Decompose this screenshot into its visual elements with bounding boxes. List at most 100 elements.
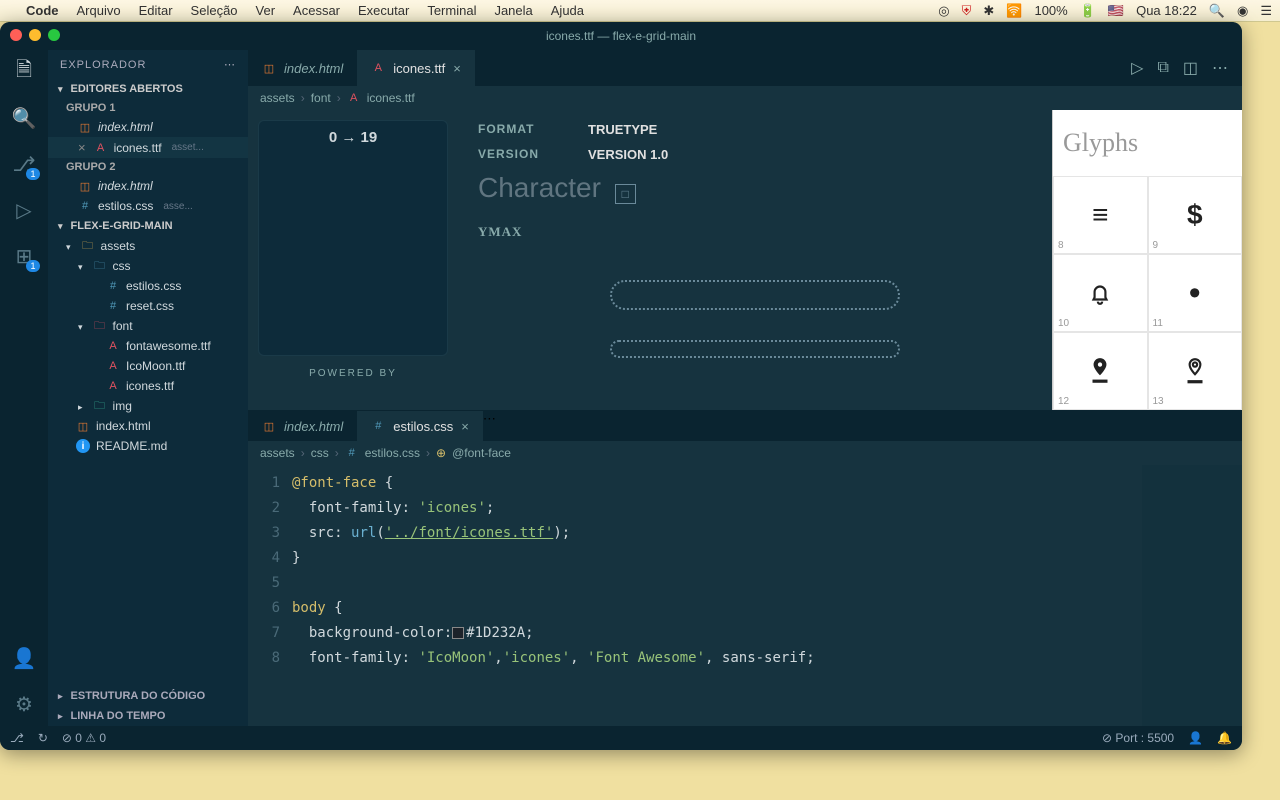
- explorer-more-icon[interactable]: ⋯: [224, 58, 236, 71]
- extensions-icon[interactable]: ⊞1: [12, 244, 36, 268]
- file-reset-css[interactable]: #reset.css: [48, 296, 248, 316]
- color-chip[interactable]: [452, 627, 464, 639]
- line-numbers: 12345678: [248, 465, 292, 726]
- mcafee-icon[interactable]: ⛨: [962, 3, 972, 19]
- crumb[interactable]: @font-face: [452, 446, 511, 460]
- siri-icon[interactable]: ◉: [1237, 3, 1248, 19]
- bluetooth-icon[interactable]: ✱: [983, 3, 994, 19]
- info-icon: i: [76, 439, 90, 453]
- breadcrumb-top[interactable]: assets› font› A icones.ttf: [248, 86, 1242, 110]
- status-problems[interactable]: ⊘ 0 ⚠ 0: [62, 731, 106, 745]
- glyph-cell-12[interactable]: 12: [1053, 332, 1148, 410]
- folder-icon: 🗀: [93, 399, 107, 413]
- code-content[interactable]: @font-face { font-family: 'icones'; src:…: [292, 465, 1242, 726]
- folder-img[interactable]: 🗀img: [48, 396, 248, 416]
- crumb[interactable]: assets: [260, 446, 295, 460]
- more-icon[interactable]: ⋯: [483, 411, 496, 426]
- menu-executar[interactable]: Executar: [358, 3, 409, 18]
- traffic-lights[interactable]: [10, 29, 60, 41]
- outline-header[interactable]: ESTRUTURA DO CÓDIGO: [48, 686, 248, 706]
- html-icon: ◫: [78, 179, 92, 193]
- run-debug-icon[interactable]: ▷: [12, 198, 36, 222]
- file-estilos-css[interactable]: #estilos.css: [48, 276, 248, 296]
- open-editor-estilos-css[interactable]: #estilos.cssasse...: [48, 196, 248, 216]
- wifi-icon[interactable]: 🛜: [1006, 3, 1022, 19]
- glyph-cell-8[interactable]: ≡8: [1053, 176, 1148, 254]
- character-label: Character: [478, 172, 601, 203]
- status-feedback-icon[interactable]: 👤: [1188, 731, 1203, 745]
- close-icon[interactable]: ×: [461, 419, 469, 434]
- run-icon[interactable]: ▷: [1131, 58, 1143, 78]
- file-readme[interactable]: iREADME.md: [48, 436, 248, 456]
- crumb[interactable]: icones.ttf: [367, 91, 415, 105]
- menu-janela[interactable]: Janela: [494, 3, 532, 18]
- app-name[interactable]: Code: [26, 3, 59, 18]
- split-icon[interactable]: ◫: [1183, 58, 1198, 78]
- settings-icon[interactable]: ⚙: [12, 692, 36, 716]
- tab-icones-ttf[interactable]: Aicones.ttf×: [357, 50, 475, 86]
- glyph-cell-10[interactable]: 10: [1053, 254, 1148, 332]
- file-label: IcoMoon.ttf: [126, 359, 185, 373]
- timeline-header[interactable]: LINHA DO TEMPO: [48, 706, 248, 726]
- more-icon[interactable]: ⋯: [1212, 58, 1228, 78]
- pin-fill-icon: [1087, 356, 1113, 386]
- open-editors-header[interactable]: EDITORES ABERTOS: [48, 79, 248, 99]
- menu-ver[interactable]: Ver: [256, 3, 276, 18]
- file-icomoon[interactable]: AIcoMoon.ttf: [48, 356, 248, 376]
- glyph-navigator[interactable]: 0 → 19: [258, 120, 448, 356]
- tab-index-html[interactable]: ◫index.html: [248, 50, 357, 86]
- search-icon[interactable]: 🔍: [12, 106, 36, 130]
- version-value: VERSION 1.0: [588, 147, 668, 162]
- close-icon[interactable]: ×: [453, 61, 461, 76]
- clock[interactable]: Qua 18:22: [1136, 3, 1197, 18]
- ext-badge: 1: [26, 260, 40, 272]
- menu-arquivo[interactable]: Arquivo: [77, 3, 121, 18]
- tab-estilos-css[interactable]: #estilos.css×: [357, 411, 483, 441]
- adobe-icon[interactable]: ◎: [938, 3, 949, 19]
- html-icon: ◫: [262, 419, 276, 433]
- battery-icon[interactable]: 🔋: [1080, 3, 1096, 19]
- open-editor-index-html-g1[interactable]: ◫index.html: [48, 117, 248, 137]
- code-editor[interactable]: 12345678 @font-face { font-family: 'icon…: [248, 465, 1242, 726]
- crumb[interactable]: assets: [260, 91, 295, 105]
- diff-icon[interactable]: ⧉: [1157, 59, 1168, 77]
- file-index-html[interactable]: ◫index.html: [48, 416, 248, 436]
- status-branch[interactable]: ⎇: [10, 731, 24, 745]
- open-editor-index-html-g2[interactable]: ◫index.html: [48, 176, 248, 196]
- editor-main: ◫index.html Aicones.ttf× ▷ ⧉ ◫ ⋯ assets›…: [248, 50, 1242, 726]
- status-sync[interactable]: ↻: [38, 731, 48, 745]
- crumb[interactable]: estilos.css: [365, 446, 420, 460]
- explorer-icon[interactable]: 🗎: [12, 60, 36, 84]
- glyph-cell-9[interactable]: $9: [1148, 176, 1243, 254]
- glyph-cell-13[interactable]: 13: [1148, 332, 1243, 410]
- flag-icon[interactable]: 🇺🇸: [1108, 3, 1124, 19]
- control-center-icon[interactable]: ☰: [1260, 3, 1272, 19]
- menu-editar[interactable]: Editar: [139, 3, 173, 18]
- file-icones-ttf[interactable]: Aicones.ttf: [48, 376, 248, 396]
- file-fontawesome[interactable]: Afontawesome.ttf: [48, 336, 248, 356]
- menu-selecao[interactable]: Seleção: [191, 3, 238, 18]
- breadcrumb-bottom[interactable]: assets› css› # estilos.css› ⊕ @font-face: [248, 441, 1242, 465]
- folder-font[interactable]: 🗀font: [48, 316, 248, 336]
- source-control-icon[interactable]: ⎇1: [12, 152, 36, 176]
- status-port[interactable]: ⊘ Port : 5500: [1102, 731, 1174, 745]
- project-header[interactable]: FLEX-E-GRID-MAIN: [48, 216, 248, 236]
- spotlight-icon[interactable]: 🔍: [1209, 3, 1225, 19]
- tab-index-html-2[interactable]: ◫index.html: [248, 411, 357, 441]
- account-icon[interactable]: 👤: [12, 646, 36, 670]
- folder-css[interactable]: 🗀css: [48, 256, 248, 276]
- status-bell-icon[interactable]: 🔔: [1217, 731, 1232, 745]
- menu-acessar[interactable]: Acessar: [293, 3, 340, 18]
- crumb[interactable]: css: [311, 446, 329, 460]
- folder-assets[interactable]: 🗀assets: [48, 236, 248, 256]
- glyphs-title: Glyphs: [1053, 110, 1242, 176]
- file-label: icones.ttf: [126, 379, 174, 393]
- menu-ajuda[interactable]: Ajuda: [551, 3, 584, 18]
- open-editor-icones-ttf[interactable]: Aicones.ttfasset...: [48, 137, 248, 158]
- character-box: □: [615, 184, 636, 204]
- minimap[interactable]: [1142, 465, 1242, 726]
- menu-terminal[interactable]: Terminal: [427, 3, 476, 18]
- crumb[interactable]: font: [311, 91, 331, 105]
- glyph-cell-11[interactable]: •11: [1148, 254, 1243, 332]
- css-icon: #: [106, 299, 120, 313]
